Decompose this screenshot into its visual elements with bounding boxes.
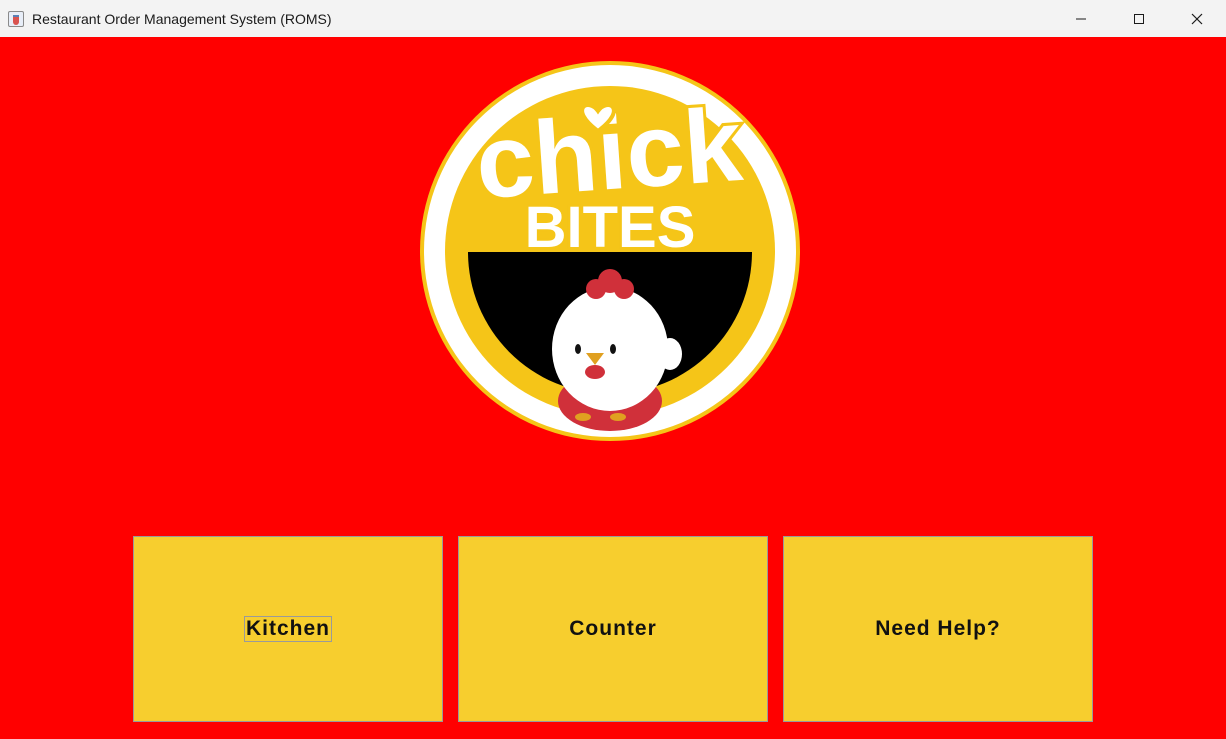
title-bar[interactable]: Restaurant Order Management System (ROMS… xyxy=(0,0,1226,37)
chick-bites-logo: chick BITES xyxy=(420,61,800,441)
counter-button[interactable]: Counter xyxy=(458,536,768,722)
window-controls xyxy=(1052,0,1226,37)
maximize-icon xyxy=(1134,13,1144,24)
maximize-button[interactable] xyxy=(1110,0,1168,37)
minimize-icon xyxy=(1076,18,1086,19)
need-help-button-label: Need Help? xyxy=(875,617,1001,640)
window-title: Restaurant Order Management System (ROMS… xyxy=(32,10,332,27)
app-window: Restaurant Order Management System (ROMS… xyxy=(0,0,1226,739)
kitchen-button-label: Kitchen xyxy=(243,616,333,642)
logo-line2: BITES xyxy=(525,195,696,260)
close-icon xyxy=(1191,13,1203,24)
kitchen-button[interactable]: Kitchen xyxy=(133,536,443,722)
need-help-button[interactable]: Need Help? xyxy=(783,536,1093,722)
java-app-icon[interactable] xyxy=(8,10,24,27)
counter-button-label: Counter xyxy=(569,617,657,640)
main-panel: chick BITES Kitchen Counter Need Help? xyxy=(0,37,1226,739)
close-button[interactable] xyxy=(1168,0,1226,37)
minimize-button[interactable] xyxy=(1052,0,1110,37)
